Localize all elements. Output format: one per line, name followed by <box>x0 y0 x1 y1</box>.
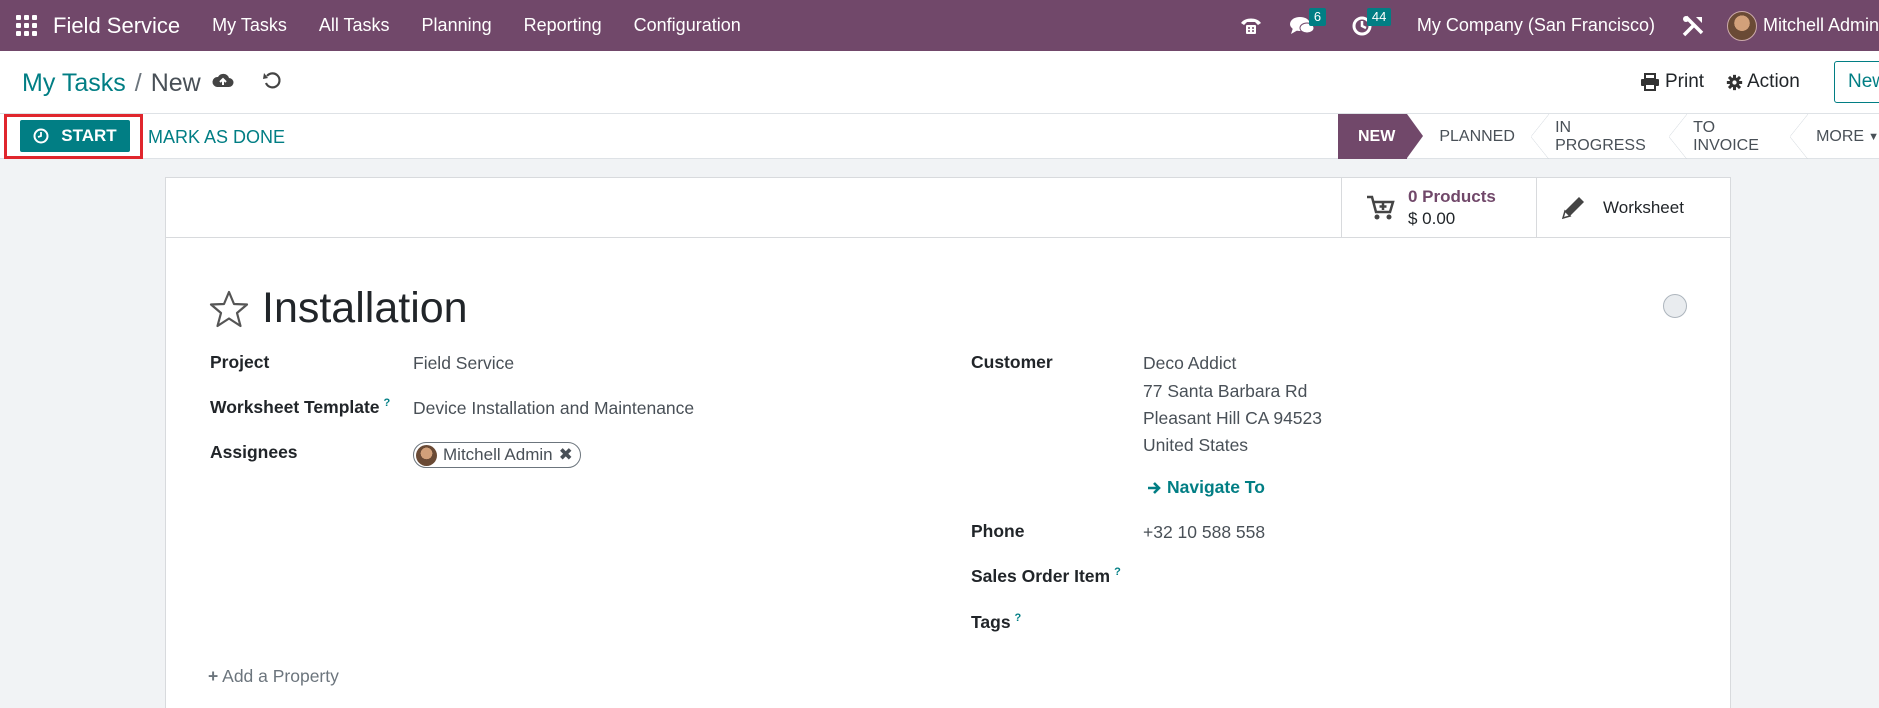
stage-new[interactable]: NEW <box>1338 114 1424 159</box>
add-property-label: Add a Property <box>222 666 339 686</box>
add-property-button[interactable]: + Add a Property <box>208 666 339 687</box>
stage-planned[interactable]: PLANNED <box>1407 114 1531 159</box>
activity-badge: 44 <box>1366 8 1392 26</box>
print-button[interactable]: Print <box>1640 71 1704 93</box>
phone-icon[interactable] <box>1239 0 1273 51</box>
menu-my-tasks[interactable]: My Tasks <box>196 0 303 51</box>
worksheet-template-field[interactable]: Device Installation and Maintenance <box>413 398 694 419</box>
breadcrumb: My Tasks / New <box>22 69 201 98</box>
gear-icon <box>1726 74 1743 90</box>
main-menu: My Tasks All Tasks Planning Reporting Co… <box>196 0 757 51</box>
menu-configuration[interactable]: Configuration <box>618 0 757 51</box>
stage-divider <box>1668 114 1688 159</box>
action-label: Action <box>1747 71 1800 92</box>
caret-down-icon: ▼ <box>1868 130 1879 143</box>
print-label: Print <box>1665 71 1705 92</box>
task-title[interactable]: Installation <box>262 284 468 333</box>
top-navbar: Field Service My Tasks All Tasks Plannin… <box>0 0 1879 51</box>
breadcrumb-current: New <box>150 69 201 97</box>
user-avatar <box>1726 10 1757 41</box>
help-icon[interactable]: ? <box>1015 612 1022 624</box>
assignee-avatar <box>416 444 437 466</box>
statusbar: START MARK AS DONE NEW PLANNED IN PROGRE… <box>0 114 1879 159</box>
tools-icon[interactable] <box>1681 0 1707 51</box>
remove-tag-icon[interactable]: ✖ <box>559 445 573 465</box>
assignee-tag[interactable]: Mitchell Admin ✖ <box>413 442 581 468</box>
products-smart-button[interactable]: 0 Products $ 0.00 <box>1341 178 1536 238</box>
plus-icon: + <box>208 666 219 686</box>
navigate-to-link[interactable]: Navigate To <box>1146 477 1265 498</box>
star-icon[interactable] <box>208 289 250 329</box>
smart-button-box: 0 Products $ 0.00 Worksheet <box>166 178 1730 238</box>
activity-icon[interactable]: 44 <box>1351 0 1411 51</box>
breadcrumb-my-tasks[interactable]: My Tasks <box>22 69 126 98</box>
customer-street: 77 Santa Barbara Rd <box>1143 381 1308 401</box>
messages-badge: 6 <box>1308 8 1327 26</box>
discard-undo-icon[interactable] <box>262 71 282 96</box>
user-menu[interactable]: Mitchell Admin <box>1726 10 1879 41</box>
save-cloud-icon[interactable] <box>212 71 234 96</box>
pencil-icon <box>1561 197 1584 220</box>
title-row: Installation <box>208 284 468 333</box>
navigate-label: Navigate To <box>1167 477 1265 497</box>
customer-field[interactable]: Deco Addict <box>1143 353 1236 374</box>
help-icon[interactable]: ? <box>1114 566 1121 578</box>
menu-reporting[interactable]: Reporting <box>508 0 618 51</box>
assignees-label: Assignees <box>210 442 298 462</box>
customer-label: Customer <box>971 352 1053 372</box>
products-count: 0 Products <box>1408 187 1496 206</box>
company-switcher[interactable]: My Company (San Francisco) <box>1417 15 1655 36</box>
start-button[interactable]: START <box>20 120 130 152</box>
user-name: Mitchell Admin <box>1762 15 1879 35</box>
new-button[interactable]: New <box>1834 61 1879 103</box>
stage-more-dropdown[interactable]: MORE ▼ <box>1806 114 1879 159</box>
start-label: START <box>61 126 117 145</box>
arrow-right-icon <box>1148 481 1161 494</box>
help-icon[interactable]: ? <box>384 397 391 409</box>
stage-divider <box>1789 114 1809 159</box>
stage-to-invoice[interactable]: TO INVOICE <box>1685 114 1790 159</box>
phone-field[interactable]: +32 10 588 558 <box>1143 522 1265 543</box>
kanban-state-indicator[interactable] <box>1663 294 1687 318</box>
phone-label: Phone <box>971 521 1025 541</box>
sales-order-item-label: Sales Order Item? <box>971 566 1121 587</box>
worksheet-smart-button[interactable]: Worksheet <box>1536 178 1730 238</box>
products-amount: $ 0.00 <box>1408 209 1456 228</box>
assignee-name: Mitchell Admin <box>443 445 553 464</box>
worksheet-label: Worksheet <box>1603 198 1684 217</box>
print-icon <box>1641 73 1659 91</box>
mark-as-done-button[interactable]: MARK AS DONE <box>148 127 285 148</box>
form-sheet: 0 Products $ 0.00 Worksheet Installation… <box>165 177 1731 708</box>
project-field[interactable]: Field Service <box>413 353 514 374</box>
app-brand[interactable]: Field Service <box>53 13 180 39</box>
menu-planning[interactable]: Planning <box>406 0 508 51</box>
messages-icon[interactable]: 6 <box>1289 0 1349 51</box>
cart-plus-icon <box>1367 195 1395 220</box>
stage-more-label: MORE <box>1816 127 1865 145</box>
project-label: Project <box>210 352 270 372</box>
worksheet-template-label: Worksheet Template? <box>210 397 390 418</box>
customer-country: United States <box>1143 435 1249 455</box>
breadcrumb-separator: / <box>134 69 142 97</box>
stage-divider <box>1530 114 1550 159</box>
stage-in-progress[interactable]: IN PROGRESS <box>1547 114 1669 159</box>
navbar-systray: 6 44 My Company (San Francisco) Mitchell… <box>1239 0 1879 51</box>
customer-city: Pleasant Hill CA 94523 <box>1143 408 1322 428</box>
clock-icon <box>33 128 49 144</box>
control-panel: My Tasks / New Print Action New <box>0 51 1879 114</box>
tags-label-text: Tags <box>971 612 1011 632</box>
worksheet-template-label-text: Worksheet Template <box>210 397 380 417</box>
action-button[interactable]: Action <box>1726 71 1800 93</box>
app-menu-icon[interactable] <box>2 0 50 51</box>
menu-all-tasks[interactable]: All Tasks <box>303 0 406 51</box>
sales-order-item-label-text: Sales Order Item <box>971 566 1111 586</box>
stage-pipeline: NEW PLANNED IN PROGRESS TO INVOICE MORE … <box>1338 114 1879 159</box>
tags-label: Tags? <box>971 612 1021 633</box>
